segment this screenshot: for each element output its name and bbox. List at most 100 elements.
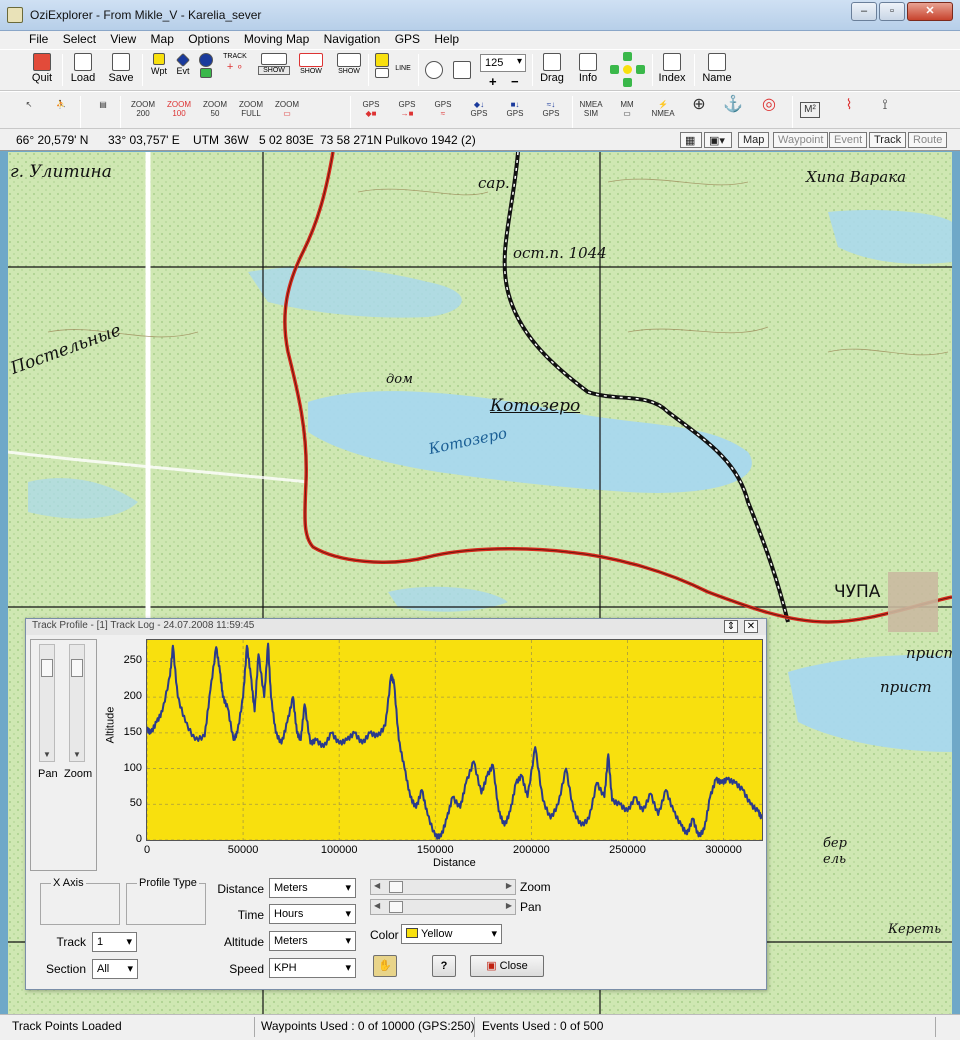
time-unit-select[interactable]: Hours bbox=[269, 904, 356, 924]
profile-restore-button[interactable]: ⇕ bbox=[724, 620, 738, 633]
waypoints-used: Waypoints Used : 0 of 10000 (GPS:250) bbox=[261, 1019, 475, 1033]
area-button[interactable]: M² bbox=[800, 102, 820, 118]
profile-icon[interactable]: ⌇ bbox=[836, 97, 862, 122]
show-button-1[interactable]: SHOW bbox=[258, 53, 290, 89]
disk-icon bbox=[112, 53, 130, 71]
gps-get-tracks-button[interactable]: GPS ≈ bbox=[430, 100, 456, 122]
x-tick-label: 250000 bbox=[609, 844, 646, 856]
altitude-chart[interactable] bbox=[146, 639, 763, 841]
line-tool-button[interactable] bbox=[372, 53, 392, 89]
track-profile-window: Track Profile - [1] Track Log - 24.07.20… bbox=[25, 618, 767, 990]
zoom-horizontal-slider[interactable]: ◀ ▶ bbox=[370, 879, 516, 895]
moving-map-button[interactable]: MM ▭ bbox=[614, 100, 640, 122]
hand-button[interactable]: ✋ bbox=[373, 955, 397, 977]
find-button[interactable] bbox=[424, 53, 444, 89]
menu-moving-map[interactable]: Moving Map bbox=[238, 31, 314, 46]
layer-icon bbox=[375, 53, 389, 67]
nmea-sim-button[interactable]: NMEA SIM bbox=[578, 100, 604, 122]
track-spinner[interactable]: 1 bbox=[92, 932, 137, 952]
y-tick-label: 150 bbox=[123, 725, 142, 738]
map-label: Котозеро bbox=[490, 396, 581, 416]
help-button[interactable]: ? bbox=[432, 955, 456, 977]
zoom-full-button[interactable]: ZOOM FULL bbox=[238, 100, 264, 122]
speed-unit-select[interactable]: KPH bbox=[269, 958, 356, 978]
show-button-3[interactable]: SHOW bbox=[334, 53, 364, 89]
pan-vertical-slider[interactable]: ▼ bbox=[39, 644, 55, 762]
close-window-button[interactable]: ✕ bbox=[907, 2, 953, 21]
route-icon bbox=[199, 53, 213, 67]
line-button[interactable]: LINE bbox=[394, 53, 412, 89]
menu-view[interactable]: View bbox=[104, 31, 141, 46]
profile-type-group: Profile Type bbox=[126, 877, 206, 925]
filter-map-button[interactable]: Map bbox=[738, 132, 770, 148]
folder-icon bbox=[74, 53, 92, 71]
quit-button[interactable]: Quit bbox=[28, 53, 56, 89]
load-button[interactable]: Load bbox=[68, 53, 98, 89]
save-view-button[interactable]: ▣▾ bbox=[704, 132, 732, 148]
gps-send-routes-button[interactable]: ■↓ GPS bbox=[502, 100, 528, 122]
pan-arrows[interactable] bbox=[610, 52, 646, 88]
time-label: Time bbox=[237, 908, 264, 922]
map-find-button[interactable] bbox=[452, 53, 472, 89]
anchor-icon[interactable]: ⚓ bbox=[720, 97, 746, 122]
print-button[interactable]: ▦ bbox=[680, 132, 702, 148]
map-label: прист bbox=[880, 678, 932, 696]
filter-route-button[interactable]: Route bbox=[908, 132, 948, 148]
profile-title: Track Profile - [1] Track Log - 24.07.20… bbox=[26, 619, 766, 635]
filter-event-button[interactable]: Event bbox=[829, 132, 868, 148]
y-tick-label: 200 bbox=[123, 690, 142, 703]
gps-get-routes-button[interactable]: GPS →■ bbox=[394, 100, 420, 122]
waypoint-button[interactable]: Wpt bbox=[148, 53, 170, 89]
index-button[interactable]: Index bbox=[656, 53, 688, 89]
zoom-slider-label: Zoom bbox=[520, 880, 551, 894]
menu-gps[interactable]: GPS bbox=[389, 31, 425, 46]
close-button[interactable]: ▣ Close bbox=[470, 955, 544, 977]
name-button[interactable]: Name bbox=[700, 53, 734, 89]
menu-map[interactable]: Map bbox=[145, 31, 179, 46]
pan-horizontal-slider[interactable]: ◀ ▶ bbox=[370, 899, 516, 915]
menu-select[interactable]: Select bbox=[57, 31, 101, 46]
northing-readout: 73 58 271N bbox=[320, 133, 383, 147]
route-button[interactable] bbox=[196, 53, 216, 89]
copy-icon[interactable]: ▤ bbox=[90, 100, 116, 122]
show-button-2[interactable]: SHOW bbox=[296, 53, 326, 89]
lifebuoy-icon[interactable]: ◎ bbox=[756, 97, 782, 122]
menu-navigation[interactable]: Navigation bbox=[318, 31, 386, 46]
gps-send-waypoints-button[interactable]: ◆↓ GPS bbox=[466, 100, 492, 122]
distance-unit-select[interactable]: Meters bbox=[269, 878, 356, 898]
filter-track-button[interactable]: Track bbox=[869, 132, 907, 148]
gps-send-tracks-button[interactable]: ≈↓ GPS bbox=[538, 100, 564, 122]
section-select[interactable]: All bbox=[92, 959, 138, 979]
crosshair-icon[interactable]: ⊕ bbox=[686, 97, 712, 122]
maximize-button[interactable]: ▫ bbox=[879, 2, 905, 21]
menu-help[interactable]: Help bbox=[428, 31, 464, 46]
chart-svg bbox=[146, 640, 763, 841]
color-select[interactable]: Yellow bbox=[401, 924, 502, 944]
zoom-200-button[interactable]: ZOOM 200 bbox=[130, 100, 156, 122]
antenna-icon[interactable]: ⟟ bbox=[872, 97, 898, 122]
color-label: Color bbox=[370, 928, 399, 942]
event-button[interactable]: Evt bbox=[172, 52, 194, 89]
menu-file[interactable]: File bbox=[23, 31, 53, 46]
profile-close-icon[interactable]: ✕ bbox=[744, 620, 758, 633]
track-button[interactable]: TRACK + ∘ bbox=[220, 53, 250, 89]
pointer-icon[interactable]: ↖ bbox=[16, 100, 42, 122]
altitude-unit-select[interactable]: Meters bbox=[269, 931, 356, 951]
menu-options[interactable]: Options bbox=[182, 31, 234, 46]
save-button[interactable]: Save bbox=[106, 53, 136, 89]
man-icon[interactable]: ⛹ bbox=[48, 100, 74, 122]
coordinates-bar: 66° 20,579' N 33° 03,757' E UTM 36W 5 02… bbox=[0, 129, 960, 151]
zoom-in-button[interactable]: + bbox=[489, 74, 497, 89]
filter-waypoint-button[interactable]: Waypoint bbox=[773, 132, 829, 148]
nmea-button[interactable]: ⚡ NMEA bbox=[650, 100, 676, 122]
zoom-out-button[interactable]: − bbox=[511, 74, 519, 89]
zoom-level-select[interactable]: 125 bbox=[480, 54, 526, 72]
zoom-vertical-slider[interactable]: ▼ bbox=[69, 644, 85, 762]
gps-get-waypoints-button[interactable]: GPS ◆■ bbox=[358, 100, 384, 122]
zoom-50-button[interactable]: ZOOM 50 bbox=[202, 100, 228, 122]
drag-button[interactable]: Drag bbox=[538, 53, 566, 89]
minimize-button[interactable]: – bbox=[851, 2, 877, 21]
zoom-area-button[interactable]: ZOOM ▭ bbox=[274, 100, 300, 122]
info-button[interactable]: Info bbox=[574, 53, 602, 89]
zoom-100-button[interactable]: ZOOM 100 bbox=[166, 100, 192, 122]
